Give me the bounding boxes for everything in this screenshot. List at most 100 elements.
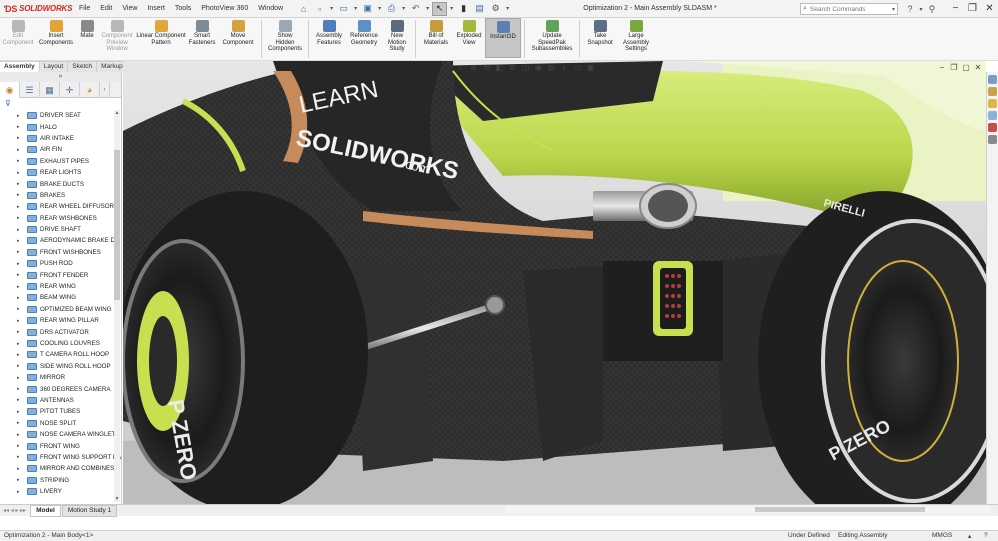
edit-appearance-icon[interactable]: ◐ [559,63,570,73]
expand-arrow-icon[interactable]: ▸ [17,386,27,392]
tree-item[interactable]: ▸ 360 DEGREES CAMERA [0,383,121,394]
menu-edit[interactable]: Edit [95,0,117,18]
zoom-to-fit-icon[interactable]: ⌕ [455,63,466,73]
expand-arrow-icon[interactable]: ▸ [17,489,27,495]
expand-arrow-icon[interactable]: ▸ [17,124,27,130]
expand-arrow-icon[interactable]: ▸ [17,409,27,415]
view-palette-icon[interactable] [988,111,997,120]
tab-assembly[interactable]: Assembly [0,61,40,72]
dynamic-annotation-icon[interactable]: ⧉ [507,63,518,73]
expand-arrow-icon[interactable]: ▸ [17,375,27,381]
expand-arrow-icon[interactable]: ▸ [17,306,27,312]
horizontal-scroll-thumb[interactable] [755,507,925,512]
open-folder-icon[interactable]: ▭ [336,2,351,16]
expand-arrow-icon[interactable]: ▸ [17,215,27,221]
tree-item[interactable]: ▸ HALO [0,121,121,132]
tree-item[interactable]: ▸ STRIPING [0,475,121,486]
expand-arrow-icon[interactable]: ▸ [17,181,27,187]
scroll-up-icon[interactable]: ▲ [114,110,120,116]
minimize-icon[interactable]: − [947,0,964,18]
motion-study-button[interactable]: New Motion Study [382,18,412,53]
expand-arrow-icon[interactable]: ▸ [17,443,27,449]
more-tabs-icon[interactable]: › [100,82,110,98]
print-dropdown-icon[interactable]: ▾ [400,2,407,16]
new-document-icon[interactable]: ▫ [312,2,327,16]
large-assembly-button[interactable]: Large Assembly Settings [617,18,655,53]
tree-scrollbar[interactable]: ▲ ▼ [114,110,120,502]
speedpak-button[interactable]: Update SpeedPak Subassemblies [528,18,576,53]
tree-item[interactable]: ▸ EXHAUST PIPES [0,156,121,167]
tree-item[interactable]: ▸ PUSH ROD [0,258,121,269]
tree-item[interactable]: ▸ REAR LIGHTS [0,167,121,178]
viewport-restore-icon[interactable]: ❐ [948,63,960,72]
undo-dropdown-icon[interactable]: ▾ [424,2,431,16]
scroll-thumb[interactable] [114,150,120,300]
open-dropdown-icon[interactable]: ▾ [352,2,359,16]
undo-icon[interactable]: ↶ [408,2,423,16]
expand-arrow-icon[interactable]: ▸ [17,329,27,335]
configuration-manager-tab-icon[interactable]: ▦ [40,82,60,98]
feature-manager-tab-icon[interactable]: ◉ [0,82,20,98]
instant3d-button[interactable]: Instant3D [485,18,521,58]
tree-item[interactable]: ▸ SIDE WING ROLL HOOP [0,361,121,372]
expand-arrow-icon[interactable]: ▸ [17,318,27,324]
expand-arrow-icon[interactable]: ▸ [17,272,27,278]
resources-icon[interactable] [988,75,997,84]
dimxpert-manager-tab-icon[interactable]: ✛ [60,82,80,98]
search-dropdown-icon[interactable]: ▾ [892,6,897,13]
traffic-light-icon[interactable]: ▮ [456,2,471,16]
select-pointer-icon[interactable]: ↖ [432,1,448,16]
tree-item[interactable]: ▸ MIRROR [0,372,121,383]
linear-pattern-button[interactable]: Linear Component Pattern [136,18,186,46]
exploded-view-button[interactable]: Exploded View [453,18,485,46]
tree-item[interactable]: ▸ FRONT FENDER [0,269,121,280]
hide-show-icon[interactable]: ◍ [546,63,557,73]
reference-geometry-button[interactable]: Reference Geometry [346,18,382,46]
expand-arrow-icon[interactable]: ▸ [17,204,27,210]
expand-arrow-icon[interactable]: ▸ [17,147,27,153]
tab-motion-study[interactable]: Motion Study 1 [61,504,118,517]
tab-model[interactable]: Model [30,504,61,517]
expand-arrow-icon[interactable]: ▸ [17,466,27,472]
solidworks-logo[interactable]: ƊS SOLIDWORKS [0,4,72,14]
move-component-button[interactable]: Move Component [218,18,258,46]
menu-insert[interactable]: Insert [142,0,170,18]
scroll-down-icon[interactable]: ▼ [114,496,120,502]
close-icon[interactable]: ✕ [981,0,998,18]
expand-arrow-icon[interactable]: ▸ [17,397,27,403]
menu-window[interactable]: Window [253,0,288,18]
bom-button[interactable]: Bill of Materials [419,18,453,46]
expand-arrow-icon[interactable]: ▸ [17,113,27,119]
tree-item[interactable]: ▸ REAR WHEEL DIFFUSOR [0,201,121,212]
tree-item[interactable]: ▸ NOSE SPLIT [0,418,121,429]
home-icon[interactable]: ⌂ [296,2,311,16]
expand-arrow-icon[interactable]: ▸ [17,158,27,164]
file-explorer-icon[interactable] [988,99,997,108]
tree-item[interactable]: ▸ DRIVER SEAT [0,110,121,121]
expand-arrow-icon[interactable]: ▸ [17,284,27,290]
design-library-icon[interactable] [988,87,997,96]
component-preview-button[interactable]: Component Preview Window [98,18,136,53]
smart-fasteners-button[interactable]: Smart Fasteners [186,18,218,46]
previous-view-icon[interactable]: ⟲ [481,63,492,73]
viewport-minimize-icon[interactable]: − [936,63,948,72]
tree-item[interactable]: ▸ FRONT WING [0,440,121,451]
expand-arrow-icon[interactable]: ▸ [17,420,27,426]
tab-nav-icons[interactable]: ◂◂ ◂ ▸ ▸▸ [0,507,29,514]
status-help-icon[interactable]: ? [984,532,988,539]
tree-item[interactable]: ▸ FRONT WISHBONES [0,247,121,258]
print-icon[interactable]: ⎙ [384,2,399,16]
display-manager-tab-icon[interactable]: ◕ [80,82,100,98]
expand-arrow-icon[interactable]: ▸ [17,249,27,255]
tree-item[interactable]: ▸ REAR WISHBONES [0,213,121,224]
expand-arrow-icon[interactable]: ▸ [17,363,27,369]
search-input[interactable]: Search Commands [810,6,892,13]
file-properties-icon[interactable]: ▤ [472,2,487,16]
viewport-maximize-icon[interactable]: ▢ [960,63,972,72]
expand-arrow-icon[interactable]: ▸ [17,341,27,347]
menu-photoview-360[interactable]: PhotoView 360 [196,0,253,18]
new-dropdown-icon[interactable]: ▾ [328,2,335,16]
expand-arrow-icon[interactable]: ▸ [17,295,27,301]
tree-item[interactable]: ▸ REAR WING PILLAR [0,315,121,326]
tree-item[interactable]: ▸ BEAM WING [0,292,121,303]
